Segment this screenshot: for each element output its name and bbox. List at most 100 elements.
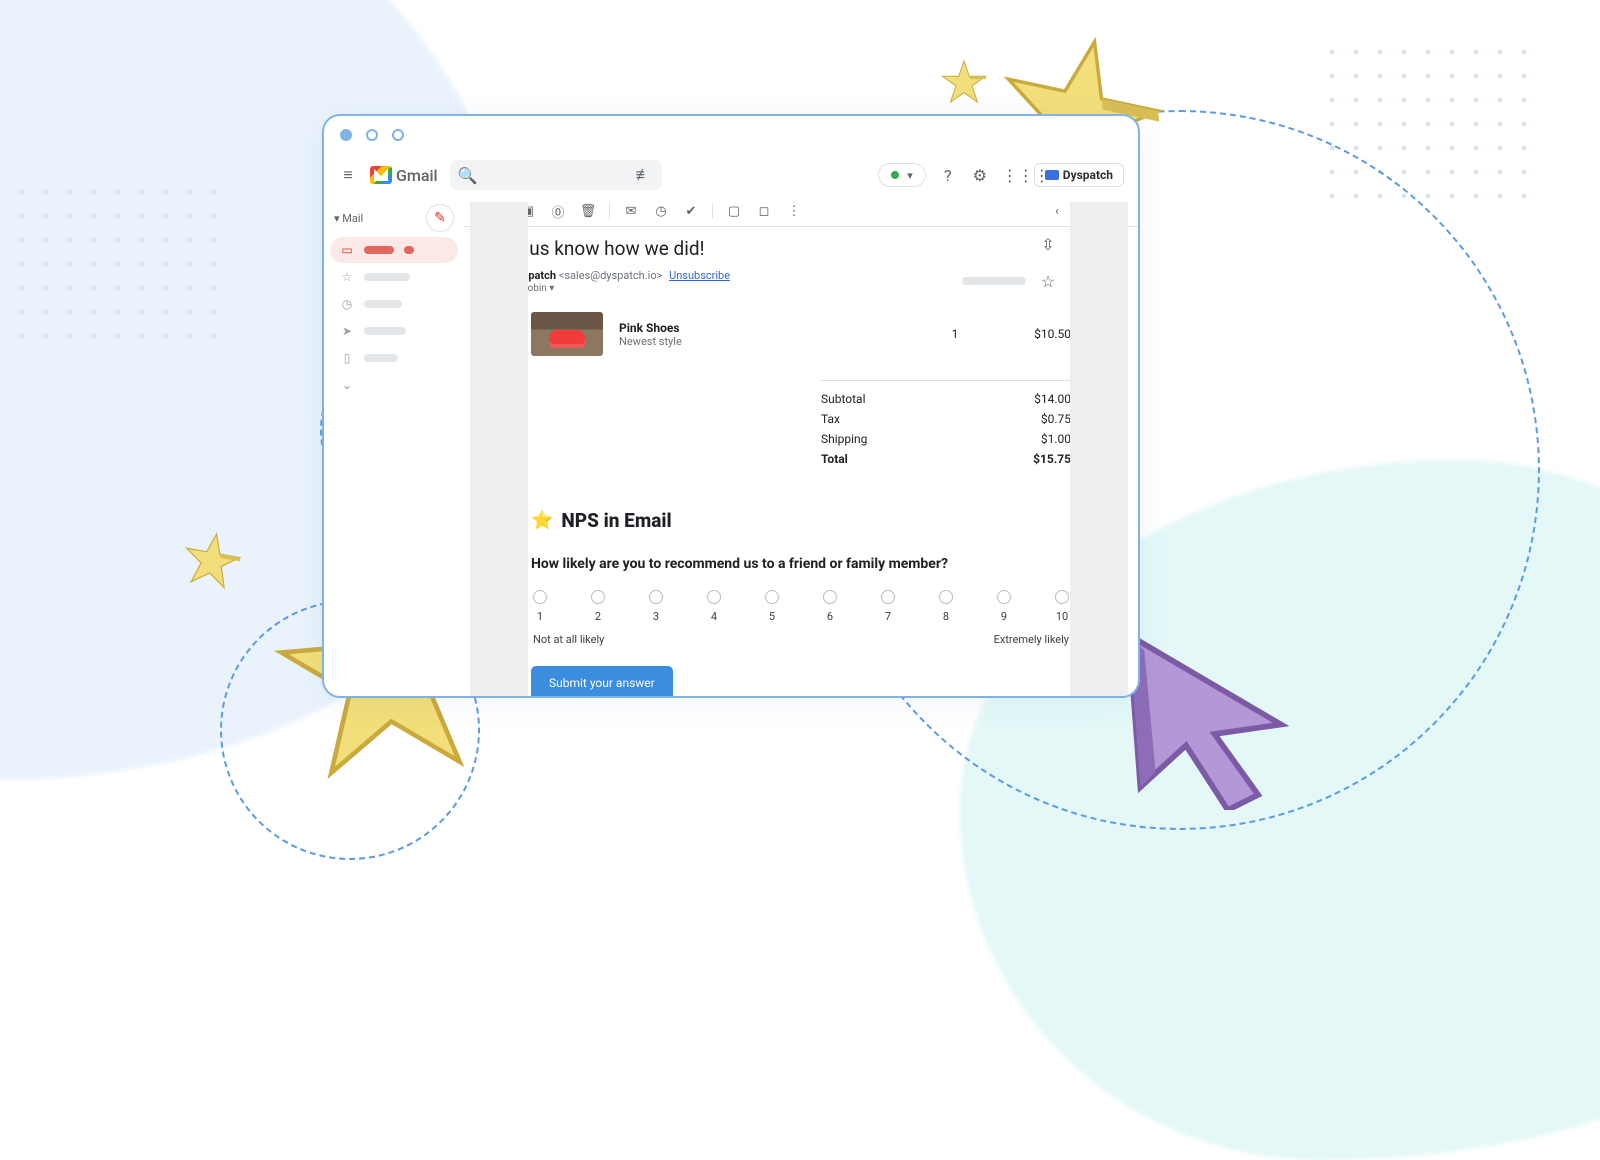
search-bar[interactable]: 🔍 ≢ [450, 160, 662, 190]
star-icon [177, 525, 247, 595]
star-icon[interactable]: ☆ [1038, 272, 1058, 291]
nps-option-8[interactable]: 8 [939, 590, 953, 623]
radio-icon [939, 590, 953, 604]
content-gutter [1070, 202, 1128, 696]
tax-label: Tax [821, 412, 840, 426]
email-subject: Let us know how we did! [498, 237, 705, 260]
inbox-icon: ▭ [340, 243, 354, 257]
move-to-icon[interactable]: ▢ [723, 200, 745, 222]
sidebar-item-sent[interactable]: ➤ [330, 318, 458, 344]
gear-icon[interactable]: ⚙ [970, 166, 990, 185]
email-body: Pink Shoes Newest style 1 $10.50 Subtota… [531, 300, 1071, 696]
star-icon: ⭐ [531, 510, 553, 531]
apps-grid-icon[interactable]: ⋮⋮⋮ [1002, 166, 1022, 185]
chevron-down-icon: ⌄ [340, 378, 354, 392]
account-brand-badge[interactable]: Dyspatch [1034, 163, 1124, 187]
expand-icon[interactable]: ⇳ [1038, 235, 1058, 262]
browser-window: ≡ Gmail 🔍 ≢ ▾ ? ⚙ ⋮⋮⋮ Dyspatch [322, 114, 1140, 698]
radio-icon [649, 590, 663, 604]
window-dot[interactable] [366, 129, 378, 141]
timestamp-placeholder [962, 277, 1026, 285]
nps-option-label: 10 [1056, 610, 1068, 623]
delete-icon[interactable]: 🗑 [577, 200, 599, 222]
nps-option-label: 2 [595, 610, 601, 623]
chevron-down-icon[interactable]: ▾ [549, 283, 554, 294]
product-thumb [531, 312, 603, 356]
envelope-icon [1045, 170, 1059, 180]
star-icon [940, 58, 988, 106]
nps-option-7[interactable]: 7 [881, 590, 895, 623]
sidebar-item-more[interactable]: ⌄ [330, 372, 458, 398]
nps-option-label: 3 [653, 610, 659, 623]
nps-option-label: 4 [711, 610, 717, 623]
nps-option-label: 9 [1001, 610, 1007, 623]
nps-option-1[interactable]: 1 [533, 590, 547, 623]
submit-button[interactable]: Submit your answer [531, 666, 673, 696]
clock-icon: ◷ [340, 297, 354, 311]
product-qty: 1 [925, 327, 985, 341]
total-value: $15.75 [1033, 452, 1071, 466]
sidebar-placeholder [364, 327, 406, 335]
sidebar-item-snoozed[interactable]: ◷ [330, 291, 458, 317]
window-dot[interactable] [392, 129, 404, 141]
radio-icon [707, 590, 721, 604]
gmail-topbar: ≡ Gmail 🔍 ≢ ▾ ? ⚙ ⋮⋮⋮ Dyspatch [324, 154, 1138, 196]
mail-dropdown[interactable]: ▾ Mail [334, 212, 363, 225]
chevron-down-icon: ▾ [907, 169, 913, 182]
sidebar-item-drafts[interactable]: ▯ [330, 345, 458, 371]
nps-option-5[interactable]: 5 [765, 590, 779, 623]
labels-icon[interactable]: ◻ [753, 200, 775, 222]
tune-icon[interactable]: ≢ [634, 165, 654, 185]
nps-block: ⭐ NPS in Email How likely are you to rec… [531, 509, 1071, 696]
product-sub: Newest style [619, 335, 682, 348]
radio-icon [591, 590, 605, 604]
tax-value: $0.75 [1041, 412, 1071, 426]
nps-option-6[interactable]: 6 [823, 590, 837, 623]
unsubscribe-link[interactable]: Unsubscribe [669, 269, 730, 282]
nps-scale: 1 2 3 4 5 6 7 8 9 10 [531, 590, 1071, 623]
sidebar-placeholder [364, 354, 398, 362]
sender-email: <sales@dyspatch.io> [559, 269, 663, 282]
gmail-logo[interactable]: Gmail [370, 166, 438, 185]
nps-option-2[interactable]: 2 [591, 590, 605, 623]
nps-option-4[interactable]: 4 [707, 590, 721, 623]
search-icon: 🔍 [458, 166, 478, 185]
gmail-logo-text: Gmail [396, 166, 438, 185]
window-dot[interactable] [340, 129, 352, 141]
order-totals: Subtotal$14.00 Tax$0.75 Shipping$1.00 To… [821, 380, 1071, 469]
status-dot-icon [891, 171, 899, 179]
shipping-value: $1.00 [1041, 432, 1071, 446]
snooze-icon[interactable]: ◷ [650, 200, 672, 222]
menu-icon[interactable]: ≡ [338, 165, 358, 185]
search-input[interactable] [478, 168, 634, 182]
compose-button[interactable]: ✎ [426, 204, 454, 232]
nps-option-label: 6 [827, 610, 833, 623]
sidebar-placeholder [364, 273, 410, 281]
radio-icon [765, 590, 779, 604]
nps-option-label: 8 [943, 610, 949, 623]
nps-low-label: Not at all likely [533, 633, 604, 646]
nps-option-3[interactable]: 3 [649, 590, 663, 623]
subtotal-label: Subtotal [821, 392, 866, 406]
radio-icon [881, 590, 895, 604]
add-task-icon[interactable]: ✔ [680, 200, 702, 222]
window-controls [324, 116, 1138, 154]
status-pill[interactable]: ▾ [878, 163, 926, 187]
sidebar-placeholder [364, 300, 402, 308]
help-icon[interactable]: ? [938, 166, 958, 185]
order-line-item: Pink Shoes Newest style 1 $10.50 [531, 304, 1071, 364]
report-spam-icon[interactable]: ⓪ [547, 200, 569, 222]
nps-option-10[interactable]: 10 [1055, 590, 1069, 623]
sidebar-item-starred[interactable]: ☆ [330, 264, 458, 290]
shipping-label: Shipping [821, 432, 867, 446]
prev-icon[interactable]: ‹ [1046, 200, 1068, 222]
nps-option-9[interactable]: 9 [997, 590, 1011, 623]
mark-unread-icon[interactable]: ✉ [620, 200, 642, 222]
more-icon[interactable]: ⋮ [783, 200, 805, 222]
sidebar-placeholder [404, 246, 414, 254]
sidebar-item-inbox[interactable]: ▭ [330, 237, 458, 263]
sidebar: ▾ Mail ✎ ▭ ☆ ◷ ➤ [324, 196, 464, 696]
nps-option-label: 7 [885, 610, 891, 623]
radio-icon [533, 590, 547, 604]
radio-icon [1055, 590, 1069, 604]
